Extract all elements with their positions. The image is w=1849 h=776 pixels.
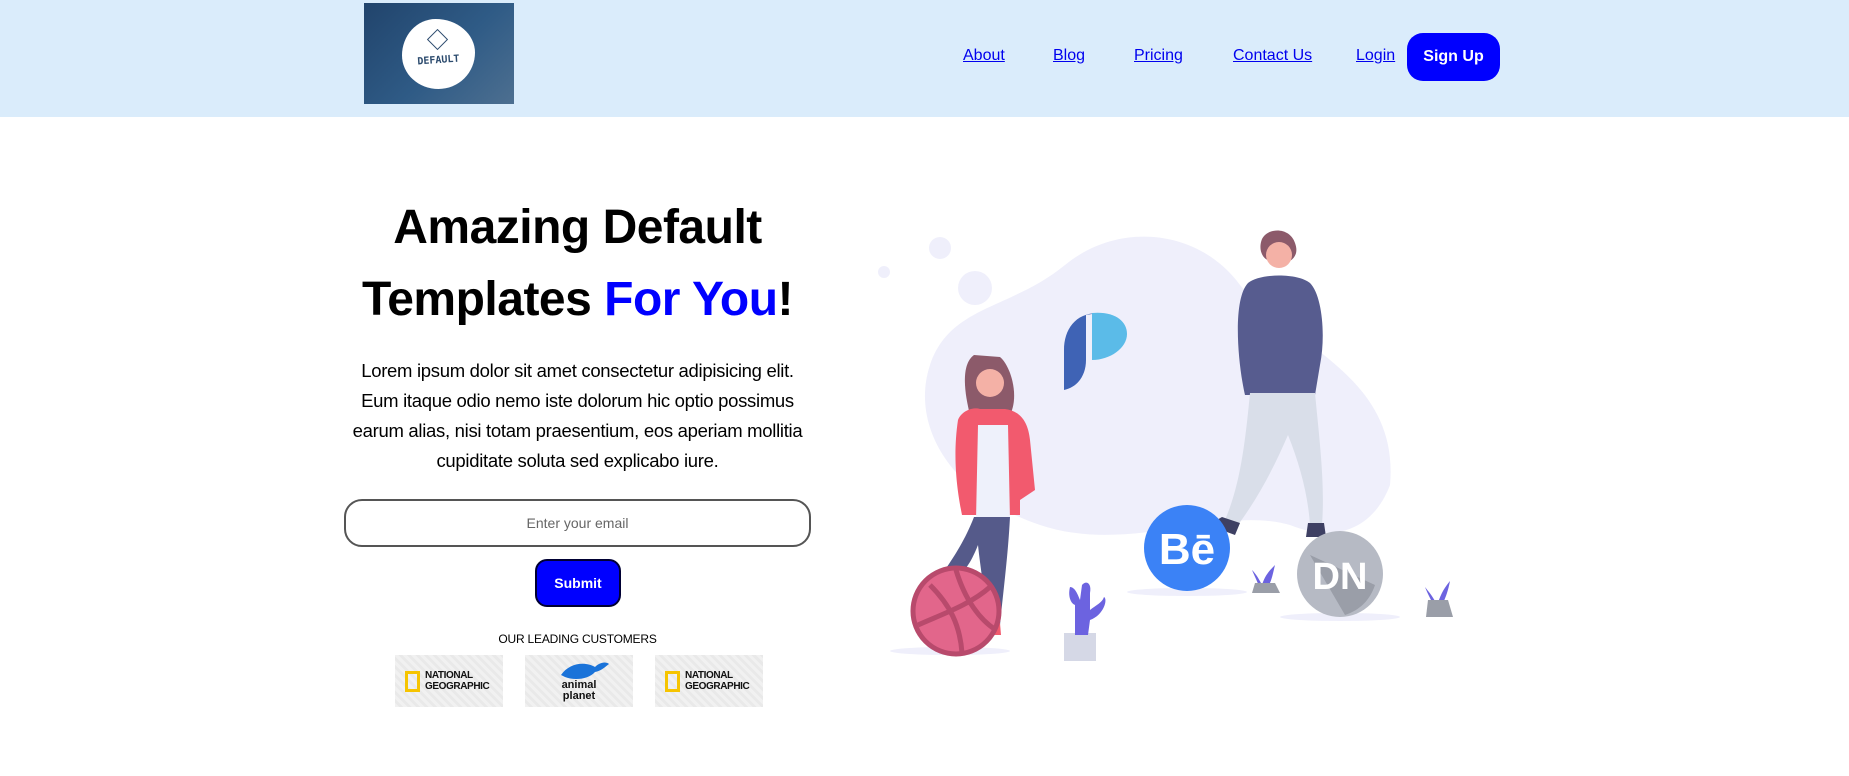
basketball-icon (910, 565, 1002, 657)
hero-illustration: Bē DN (878, 230, 1453, 661)
sign-up-button[interactable]: Sign Up (1407, 33, 1500, 81)
title-accent: For You (604, 273, 778, 326)
small-plant-icon (1252, 565, 1280, 593)
customer-logo-text: NATIONAL GEOGRAPHIC (425, 670, 490, 692)
designer-news-badge: DN (1297, 531, 1383, 617)
customer-logo-national-geographic: NATIONAL GEOGRAPHIC (395, 655, 503, 707)
national-geographic-frame-icon (405, 671, 420, 692)
title-exclamation: ! (777, 273, 794, 326)
logo-text: DEFAULT (417, 53, 460, 68)
title-line-1: Amazing Default (393, 201, 762, 254)
hero-title: Amazing Default Templates For You! (340, 192, 815, 336)
nav-login[interactable]: Login (1356, 47, 1395, 65)
nav-about[interactable]: About (963, 47, 1005, 65)
national-geographic-frame-icon (665, 671, 680, 692)
logo-badge: DEFAULT (402, 19, 475, 89)
dn-icon-label: DN (1313, 556, 1368, 598)
customer-logo-animal-planet: animal planet (525, 655, 633, 707)
behance-badge: Bē (1144, 505, 1230, 591)
submit-button[interactable]: Submit (535, 559, 621, 607)
nav-contact-us[interactable]: Contact Us (1233, 47, 1312, 65)
bubble (878, 266, 890, 278)
nav-blog[interactable]: Blog (1053, 47, 1085, 65)
nav-pricing[interactable]: Pricing (1134, 47, 1183, 65)
small-plant-icon (1425, 581, 1453, 617)
behance-icon-label: Bē (1159, 525, 1215, 574)
customers-label: OUR LEADING CUSTOMERS (498, 632, 657, 646)
customer-logo-text: NATIONAL GEOGRAPHIC (685, 670, 750, 692)
header: DEFAULT About Blog Pricing Contact Us Lo… (0, 0, 1849, 117)
customer-logo-text: animal planet (561, 679, 597, 702)
diamond-icon (426, 28, 449, 51)
cactus-plant-icon (1064, 582, 1106, 661)
title-line-2: Templates (361, 273, 605, 326)
customer-logo-national-geographic: NATIONAL GEOGRAPHIC (655, 655, 763, 707)
site-logo[interactable]: DEFAULT (364, 3, 514, 104)
bubble (929, 237, 951, 259)
bubble (958, 271, 992, 305)
hero-description: Lorem ipsum dolor sit amet consectetur a… (352, 360, 803, 471)
email-input[interactable] (344, 499, 811, 547)
